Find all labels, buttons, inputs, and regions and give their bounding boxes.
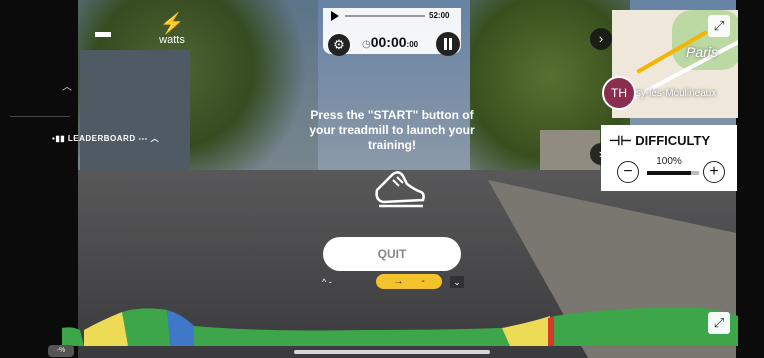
gear-icon: ⚙ xyxy=(333,37,345,52)
arrow-right-icon: → xyxy=(393,276,404,287)
speed-value: - xyxy=(421,276,425,287)
expand-icon: ⤢ xyxy=(713,18,725,33)
quit-button[interactable]: QUIT xyxy=(323,237,461,271)
settings-button[interactable]: ⚙ xyxy=(328,34,350,56)
speed-increase-button[interactable]: ^ - xyxy=(322,277,332,287)
expand-map-button[interactable]: ⤢ xyxy=(708,15,730,37)
difficulty-decrease-button[interactable]: − xyxy=(617,161,639,183)
map-town-label: Issy-les-Moulineaux xyxy=(628,88,717,99)
speed-indicator: → - xyxy=(376,274,442,289)
profile-yellow-2 xyxy=(502,316,552,346)
difficulty-bar xyxy=(647,171,699,175)
dumbbell-icon: ⊣⊢ xyxy=(609,133,636,148)
power-stat: ⚡ watts xyxy=(152,14,192,46)
difficulty-panel: ⊣⊢ DIFFICULTY 100% − + xyxy=(601,125,737,191)
shoe-icon xyxy=(375,171,425,208)
incline-badge: -% xyxy=(48,345,74,357)
chevron-right-icon: › xyxy=(598,31,604,46)
bars-icon: ▪▮▮ xyxy=(52,134,68,143)
expand-icon: ⤢ xyxy=(713,315,725,330)
elapsed-fraction: :00 xyxy=(406,40,419,49)
clock-icon: ◷ xyxy=(362,39,371,50)
leaderboard-toggle[interactable]: ▪▮▮ LEADERBOARD --- ︿ xyxy=(52,133,159,144)
user-avatar: TH xyxy=(602,76,636,110)
elevation-profile xyxy=(62,307,738,346)
map-city-label: Paris xyxy=(686,44,718,60)
pause-button[interactable] xyxy=(436,32,460,56)
profile-green-2 xyxy=(194,326,512,346)
power-unit-label: watts xyxy=(159,34,185,46)
total-duration: 52:00 xyxy=(429,11,450,20)
leaderboard-count: --- xyxy=(138,134,148,143)
home-indicator[interactable] xyxy=(294,350,490,354)
difficulty-title: ⊣⊢ DIFFICULTY xyxy=(609,133,711,148)
chevron-up-icon[interactable]: ︿ xyxy=(62,78,72,93)
chevron-up-icon: ︿ xyxy=(150,134,160,143)
difficulty-bar-fill xyxy=(647,171,692,175)
speed-decrease-button[interactable]: ⌄ xyxy=(450,276,464,288)
elapsed-main: 00:00 xyxy=(370,34,407,50)
expand-profile-button[interactable]: ⤢ xyxy=(708,312,730,334)
play-icon[interactable] xyxy=(331,11,339,21)
profile-green-1 xyxy=(122,308,172,346)
progress-track xyxy=(345,15,425,17)
leaderboard-label: LEADERBOARD xyxy=(67,134,136,143)
profile-green-start xyxy=(62,327,84,346)
stat-dash-icon xyxy=(95,32,111,37)
right-bar xyxy=(736,0,764,358)
start-instruction: Press the "START" button of your treadmi… xyxy=(309,108,475,152)
lightning-icon: ⚡ xyxy=(159,13,185,35)
collapse-map-button[interactable]: › xyxy=(590,28,612,50)
profile-red-1 xyxy=(548,316,554,346)
profile-blue-1 xyxy=(167,310,194,346)
difficulty-increase-button[interactable]: + xyxy=(703,161,725,183)
divider xyxy=(10,116,70,117)
elapsed-time: ◷00:00:00 xyxy=(362,34,418,50)
